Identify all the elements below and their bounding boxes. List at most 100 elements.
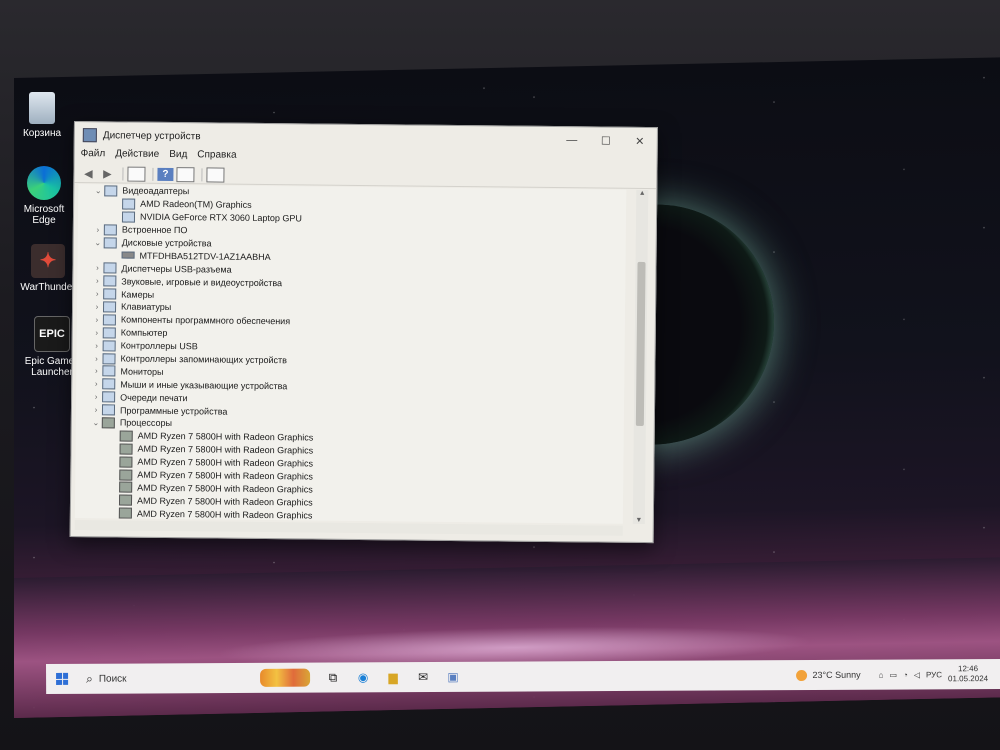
menu-action[interactable]: Действие	[115, 148, 159, 164]
scroll-down-icon[interactable]: ▼	[633, 517, 645, 524]
device-label: Мыши и иные указывающие устройства	[120, 379, 288, 392]
chevron-down-icon[interactable]: ⌄	[90, 418, 102, 427]
menu-help[interactable]: Справка	[197, 149, 236, 165]
device-icon	[118, 507, 132, 519]
desktop-icon-recycle-bin[interactable]: Корзина	[12, 92, 72, 139]
device-icon	[103, 275, 117, 287]
device-label: AMD Ryzen 7 5800H with Radeon Graphics	[137, 456, 314, 469]
toolbar-separator	[152, 167, 154, 181]
chevron-down-icon[interactable]: ⌄	[92, 186, 104, 195]
epic-games-icon: EPIC	[34, 316, 70, 352]
back-arrow-icon[interactable]: ◀	[80, 167, 96, 180]
device-label: Контроллеры USB	[120, 340, 198, 352]
device-label: Очереди печати	[120, 392, 188, 403]
device-manager-taskbar-icon[interactable]: ▣	[438, 670, 468, 684]
device-icon	[118, 494, 133, 506]
maximize-button[interactable]: ☐	[589, 134, 623, 147]
chevron-right-icon[interactable]: ›	[91, 328, 103, 337]
device-icon	[102, 391, 116, 403]
device-icon	[102, 301, 117, 313]
language-indicator[interactable]: РУС	[926, 670, 942, 679]
chevron-right-icon[interactable]: ›	[91, 315, 103, 324]
device-icon	[102, 314, 116, 326]
file-explorer-icon[interactable]: ▆	[378, 670, 408, 684]
wifi-icon[interactable]: ◔	[903, 670, 908, 679]
device-icon	[102, 365, 116, 377]
chevron-right-icon[interactable]: ›	[91, 302, 103, 311]
chevron-right-icon[interactable]: ›	[90, 354, 102, 363]
help-icon[interactable]: ?	[157, 167, 174, 181]
recycle-bin-icon	[29, 92, 55, 124]
chevron-right-icon[interactable]: ›	[91, 289, 103, 298]
chevron-right-icon[interactable]: ›	[91, 341, 103, 350]
chevron-right-icon[interactable]: ›	[91, 276, 103, 285]
taskbar-search[interactable]: ⌕ Поиск	[78, 667, 206, 690]
device-label: AMD Ryzen 7 5800H with Radeon Graphics	[137, 443, 314, 456]
device-label: Диспетчеры USB-разъема	[121, 263, 232, 275]
device-icon	[119, 430, 133, 442]
chevron-right-icon[interactable]: ›	[90, 392, 102, 401]
clock[interactable]: 12:46 01.05.2024	[948, 664, 988, 684]
properties-icon[interactable]	[127, 166, 146, 182]
device-label: Мониторы	[120, 366, 164, 377]
chevron-right-icon[interactable]: ›	[90, 379, 102, 389]
desktop-icon-warthunder[interactable]: ✦ WarThunder	[18, 244, 78, 293]
device-label: Процессоры	[119, 417, 173, 429]
system-tray: 23°C Sunny ⌂ ▭ ◔ ◁ РУС 12:46 01.05.2024	[796, 664, 1000, 685]
scroll-up-icon[interactable]: ▲	[636, 190, 648, 197]
device-icon	[103, 236, 117, 248]
device-icon	[119, 481, 133, 494]
window-title: Диспетчер устройств	[102, 129, 201, 142]
chevron-right-icon[interactable]: ›	[90, 367, 102, 376]
device-label: Видеоадаптеры	[122, 185, 190, 197]
device-icon	[102, 378, 116, 390]
volume-icon[interactable]: ◁	[914, 670, 920, 679]
mail-icon[interactable]: ✉	[408, 670, 438, 684]
search-highlight-image[interactable]	[260, 668, 311, 687]
battery-icon[interactable]: ▭	[889, 670, 897, 679]
device-label: AMD Ryzen 7 5800H with Radeon Graphics	[136, 508, 313, 521]
device-label: AMD Ryzen 7 5800H with Radeon Graphics	[137, 469, 313, 482]
chevron-down-icon[interactable]: ⌄	[92, 238, 104, 247]
start-button[interactable]	[46, 672, 78, 685]
device-label: Программные устройства	[119, 405, 228, 417]
device-manager-window[interactable]: Диспетчер устройств — ☐ ✕ Файл Действие …	[69, 121, 658, 544]
device-icon	[119, 456, 133, 468]
forward-arrow-icon[interactable]: ▶	[99, 167, 115, 180]
device-icon	[121, 251, 135, 260]
device-icon	[103, 288, 117, 300]
device-tree[interactable]: ⌄ Видеоадаптеры AMD Radeon(TM) Graphics NVI…	[74, 184, 627, 524]
weather-text[interactable]: 23°C Sunny	[812, 670, 860, 680]
search-label: Поиск	[98, 673, 127, 685]
device-icon	[121, 211, 136, 223]
device-icon	[102, 327, 116, 339]
device-icon	[101, 417, 115, 429]
tray-icon[interactable]: ⌂	[879, 670, 884, 679]
view-toggle-icon[interactable]	[176, 166, 195, 182]
menu-file[interactable]: Файл	[81, 148, 106, 164]
device-label: NVIDIA GeForce RTX 3060 Laptop GPU	[139, 211, 302, 224]
desktop-icon-label: Корзина	[22, 128, 62, 139]
vertical-scrollbar[interactable]: ▲ ▼	[632, 189, 649, 524]
edge-icon	[27, 166, 61, 200]
scrollbar-thumb[interactable]	[635, 261, 646, 426]
close-button[interactable]: ✕	[623, 134, 657, 147]
device-label: Клавиатуры	[121, 301, 172, 313]
device-label: Компьютер	[120, 327, 168, 339]
minimize-button[interactable]: —	[555, 134, 589, 147]
chevron-right-icon[interactable]: ›	[92, 225, 104, 234]
edge-taskbar-icon[interactable]: ◉	[348, 670, 378, 684]
scan-hardware-icon[interactable]	[206, 166, 225, 183]
device-label: AMD Ryzen 7 5800H with Radeon Graphics	[136, 495, 313, 508]
device-icon	[104, 185, 118, 197]
chevron-right-icon[interactable]: ›	[91, 263, 103, 273]
desktop-icon-label: Microsoft Edge	[23, 204, 65, 226]
desktop-icon-edge[interactable]: Microsoft Edge	[14, 166, 74, 226]
device-manager-icon	[82, 128, 97, 143]
task-view-icon[interactable]: ⧉	[318, 670, 348, 685]
chevron-right-icon[interactable]: ›	[90, 405, 102, 414]
device-icon	[102, 352, 116, 364]
device-label: Камеры	[121, 289, 155, 300]
menu-view[interactable]: Вид	[169, 149, 187, 165]
device-label: MTFDHBA512TDV-1AZ1AABHA	[139, 250, 271, 262]
